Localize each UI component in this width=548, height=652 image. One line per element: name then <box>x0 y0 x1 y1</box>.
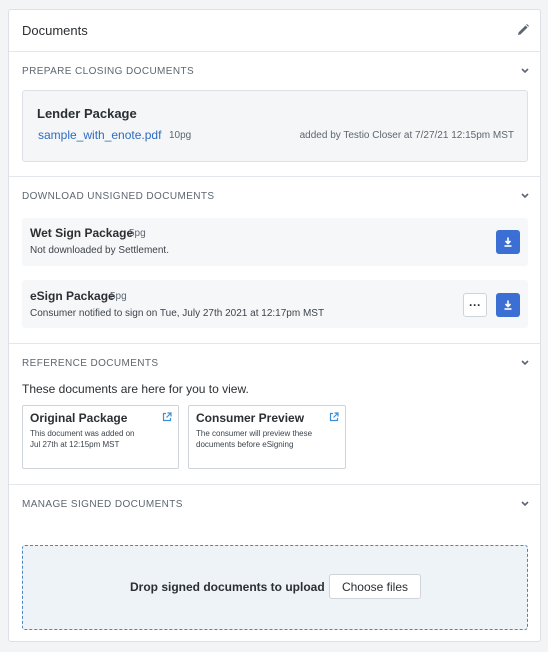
download-button[interactable] <box>496 293 520 317</box>
original-package-card[interactable]: Original Package This document was added… <box>22 405 179 469</box>
download-button[interactable] <box>496 230 520 254</box>
section-label-reference: REFERENCE DOCUMENTS <box>22 358 159 369</box>
prepare-section: PREPARE CLOSING DOCUMENTS Lender Package… <box>9 52 540 177</box>
consumer-preview-card[interactable]: Consumer Preview The consumer will previ… <box>188 405 346 469</box>
package-status: Consumer notified to sign on Tue, July 2… <box>30 308 325 319</box>
chevron-down-icon[interactable] <box>520 500 530 508</box>
dropzone-text: Drop signed documents to upload <box>130 580 325 594</box>
package-pages: 5pg <box>129 228 146 239</box>
choose-files-button[interactable]: Choose files <box>329 574 421 599</box>
panel-header: Documents <box>9 10 540 52</box>
upload-dropzone[interactable]: Drop signed documents to upload Choose f… <box>22 545 528 630</box>
ref-card-description: This document was added on Jul 27th at 1… <box>30 429 135 449</box>
package-pages: 5pg <box>110 291 127 302</box>
external-link-icon[interactable] <box>329 412 339 422</box>
reference-intro: These documents are here for you to view… <box>22 382 249 396</box>
added-by-text: added by Testio Closer at 7/27/21 12:15p… <box>299 130 514 141</box>
file-link[interactable]: sample_with_enote.pdf <box>38 128 161 142</box>
lender-package-box: Lender Package sample_with_enote.pdf 10p… <box>22 90 528 162</box>
download-icon <box>504 237 512 247</box>
wet-sign-package-card: Wet Sign Package 5pg Not downloaded by S… <box>22 218 528 266</box>
more-options-button[interactable]: ··· <box>463 293 487 317</box>
section-label-download: DOWNLOAD UNSIGNED DOCUMENTS <box>22 191 215 202</box>
chevron-down-icon[interactable] <box>520 192 530 200</box>
ref-card-description: The consumer will preview these document… <box>196 429 313 449</box>
ref-card-title: Consumer Preview <box>196 411 305 425</box>
documents-panel: Documents PREPARE CLOSING DOCUMENTS Lend… <box>8 9 541 642</box>
section-label-prepare: PREPARE CLOSING DOCUMENTS <box>22 66 195 77</box>
external-link-icon[interactable] <box>162 412 172 422</box>
download-icon <box>504 300 512 310</box>
reference-section: REFERENCE DOCUMENTS These documents are … <box>9 344 540 485</box>
pencil-icon[interactable] <box>516 23 530 37</box>
panel-title: Documents <box>22 23 88 38</box>
package-title: Wet Sign Package <box>30 226 134 240</box>
chevron-down-icon[interactable] <box>520 67 530 75</box>
chevron-down-icon[interactable] <box>520 359 530 367</box>
esign-package-card: eSign Package 5pg Consumer notified to s… <box>22 280 528 328</box>
file-pages: 10pg <box>169 130 192 141</box>
package-title: eSign Package <box>30 289 115 303</box>
ref-card-title: Original Package <box>30 411 128 425</box>
manage-section: MANAGE SIGNED DOCUMENTS <box>9 485 540 525</box>
download-section: DOWNLOAD UNSIGNED DOCUMENTS Wet Sign Pac… <box>9 177 540 344</box>
package-title: Lender Package <box>37 106 137 121</box>
package-status: Not downloaded by Settlement. <box>30 245 169 256</box>
section-label-manage: MANAGE SIGNED DOCUMENTS <box>22 499 183 510</box>
